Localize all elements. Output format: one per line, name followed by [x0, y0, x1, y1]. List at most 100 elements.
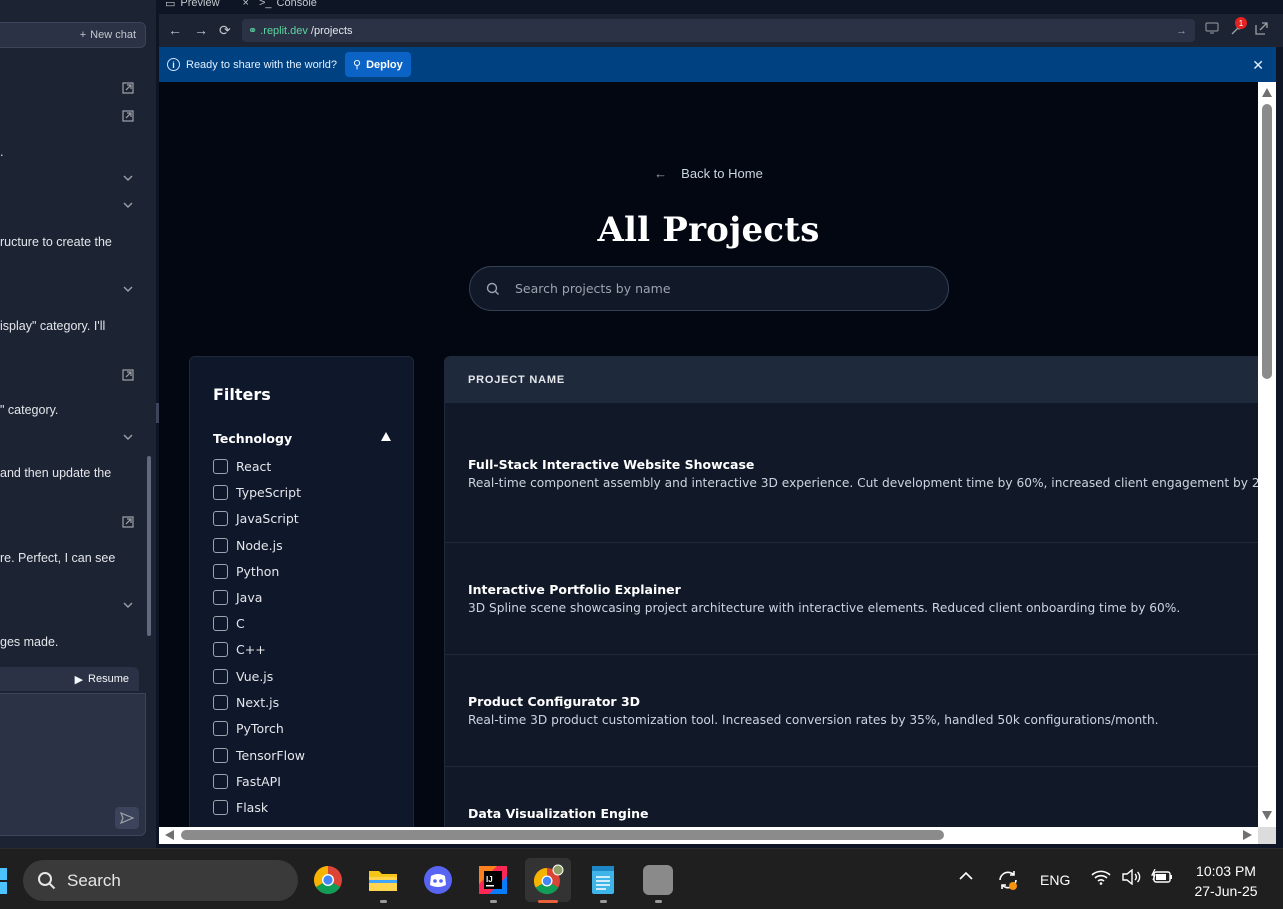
back-arrow-icon[interactable]: ←	[168, 22, 182, 38]
go-arrow-icon[interactable]: →	[1176, 25, 1187, 37]
scroll-thumb[interactable]	[1262, 104, 1272, 379]
scroll-left-icon[interactable]	[165, 830, 174, 840]
table-row[interactable]: Full-Stack Interactive Website Showcase …	[445, 403, 1258, 543]
search-icon	[38, 871, 56, 889]
filter-option-fastapi[interactable]: FastAPI	[213, 774, 281, 789]
filter-option-label: JavaScript	[236, 511, 299, 526]
forward-arrow-icon[interactable]: →	[194, 22, 208, 38]
filter-option-javascript[interactable]: JavaScript	[213, 511, 299, 526]
tab-console[interactable]: >_ Console	[259, 0, 317, 12]
taskbar: Search IJ ENG 10:03 PM 27-Jun-25	[0, 848, 1283, 909]
technology-section-toggle[interactable]: Technology	[213, 431, 391, 446]
filter-option-pytorch[interactable]: PyTorch	[213, 721, 284, 736]
checkbox[interactable]	[213, 616, 228, 631]
filter-option-cpp[interactable]: C++	[213, 642, 266, 657]
open-external-icon[interactable]	[122, 82, 134, 94]
chevron-down-icon[interactable]	[122, 172, 134, 184]
send-button[interactable]	[115, 807, 139, 829]
windows-start-icon[interactable]	[0, 868, 7, 894]
filter-option-label: Vue.js	[236, 669, 274, 684]
checkbox[interactable]	[213, 538, 228, 553]
send-icon	[120, 812, 134, 824]
checkbox[interactable]	[213, 642, 228, 657]
chrome-icon[interactable]	[305, 858, 351, 902]
battery-charging-icon[interactable]	[1151, 868, 1173, 888]
resume-button[interactable]: ▶ Resume	[0, 667, 139, 691]
checkbox[interactable]	[213, 669, 228, 684]
blank-app-icon[interactable]	[635, 858, 681, 903]
taskbar-search[interactable]: Search	[23, 860, 298, 901]
checkbox[interactable]	[213, 459, 228, 474]
filter-option-java[interactable]: Java	[213, 590, 262, 605]
chat-message-line: " category.	[0, 403, 59, 417]
chat-input[interactable]	[0, 693, 146, 836]
chevron-down-icon[interactable]	[122, 283, 134, 295]
checkbox[interactable]	[213, 564, 228, 579]
search-input[interactable]	[515, 281, 915, 296]
intellij-icon[interactable]: IJ	[470, 858, 516, 903]
deploy-banner: i Ready to share with the world? ⚲ Deplo…	[159, 47, 1276, 82]
close-icon[interactable]: ×	[243, 0, 249, 9]
checkbox[interactable]	[213, 485, 228, 500]
system-clock[interactable]: 10:03 PM 27-Jun-25	[1187, 861, 1265, 901]
filter-option-c[interactable]: C	[213, 616, 245, 631]
horizontal-scrollbar[interactable]	[159, 827, 1258, 844]
notepad-icon[interactable]	[580, 858, 626, 903]
chevron-down-icon[interactable]	[122, 431, 134, 443]
open-external-icon[interactable]	[122, 516, 134, 528]
filter-option-label: Flask	[236, 800, 269, 815]
file-explorer-icon[interactable]	[360, 858, 406, 903]
checkbox[interactable]	[213, 511, 228, 526]
url-field[interactable]: ⚭ .replit.dev/projects →	[242, 19, 1195, 42]
url-path: /projects	[310, 24, 353, 37]
checkbox[interactable]	[213, 800, 228, 815]
clock-time: 10:03 PM	[1196, 863, 1256, 879]
back-to-home-link[interactable]: ← Back to Home	[159, 166, 1258, 181]
table-row[interactable]: Product Configurator 3D Real-time 3D pro…	[445, 655, 1258, 767]
chevron-up-icon[interactable]	[958, 869, 974, 885]
chat-message-line: .	[0, 145, 4, 159]
right-gutter	[1276, 47, 1283, 848]
close-icon[interactable]: ✕	[1252, 57, 1264, 74]
checkbox[interactable]	[213, 748, 228, 763]
volume-icon[interactable]	[1121, 868, 1141, 888]
chevron-down-icon[interactable]	[122, 599, 134, 611]
open-external-icon[interactable]	[122, 369, 134, 381]
language-indicator[interactable]: ENG	[1040, 872, 1070, 888]
wifi-icon[interactable]	[1091, 869, 1111, 888]
filter-option-flask[interactable]: Flask	[213, 800, 268, 815]
filter-option-vuejs[interactable]: Vue.js	[213, 669, 273, 684]
table-row[interactable]: Data Visualization Engine	[445, 767, 1258, 827]
open-new-tab-icon[interactable]	[1255, 22, 1268, 38]
filter-option-python[interactable]: Python	[213, 564, 279, 579]
checkbox[interactable]	[213, 590, 228, 605]
scroll-down-icon[interactable]	[1262, 811, 1272, 820]
checkbox[interactable]	[213, 695, 228, 710]
scroll-thumb[interactable]	[181, 830, 944, 840]
filter-option-tensorflow[interactable]: TensorFlow	[213, 748, 305, 763]
open-external-icon[interactable]	[122, 110, 134, 122]
vertical-scrollbar[interactable]	[1258, 82, 1276, 827]
deploy-button[interactable]: ⚲ Deploy	[345, 52, 411, 77]
tab-preview[interactable]: ▭ Preview ×	[165, 0, 249, 12]
filter-option-react[interactable]: React	[213, 459, 271, 474]
filter-option-nodejs[interactable]: Node.js	[213, 538, 283, 553]
checkbox[interactable]	[213, 774, 228, 789]
checkbox[interactable]	[213, 721, 228, 736]
devices-icon[interactable]	[1205, 22, 1219, 37]
tab-label: Console	[276, 0, 317, 9]
chrome-profile-icon[interactable]	[525, 858, 571, 903]
chevron-down-icon[interactable]	[122, 199, 134, 211]
project-search[interactable]	[469, 266, 949, 311]
filter-option-nextjs[interactable]: Next.js	[213, 695, 279, 710]
scroll-right-icon[interactable]	[1243, 830, 1252, 840]
new-chat-button[interactable]: + New chat	[0, 22, 146, 48]
running-indicator	[490, 900, 497, 903]
chat-scrollbar[interactable]	[147, 456, 151, 636]
sync-icon[interactable]	[996, 868, 1020, 895]
filter-option-typescript[interactable]: TypeScript	[213, 485, 301, 500]
reload-icon[interactable]: ⟳	[219, 22, 231, 39]
scroll-up-icon[interactable]	[1262, 88, 1272, 97]
table-row[interactable]: Interactive Portfolio Explainer 3D Splin…	[445, 543, 1258, 655]
discord-icon[interactable]	[415, 858, 461, 902]
